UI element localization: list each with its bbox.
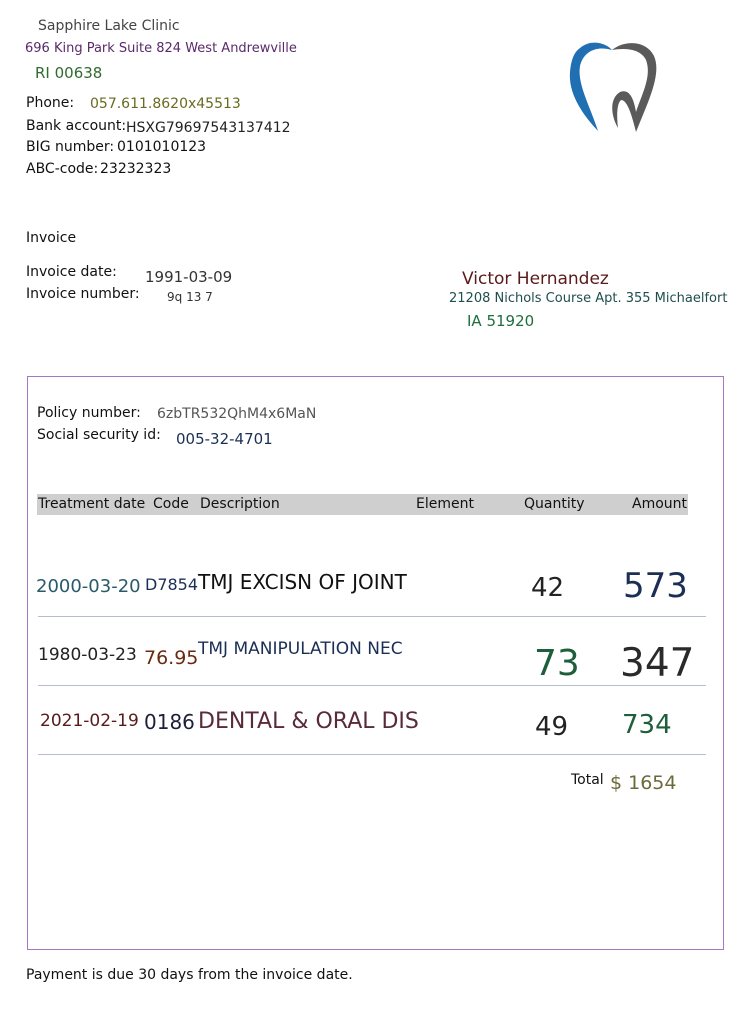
row-quantity: 42: [531, 573, 565, 603]
row-code: 0186: [144, 710, 195, 734]
row-description: TMJ EXCISN OF JOINT: [198, 570, 407, 594]
total-value: $ 1654: [610, 772, 677, 794]
abc-value: 23232323: [100, 161, 172, 177]
abc-label: ABC-code:: [26, 161, 99, 177]
row-date: 2000-03-20: [36, 576, 141, 597]
header-code: Code: [153, 496, 189, 512]
row-amount: 734: [622, 710, 672, 740]
bank-label: Bank account:: [26, 118, 127, 134]
recipient-address-line2: IA 51920: [467, 312, 535, 330]
policy-number-label: Policy number:: [37, 405, 141, 421]
header-treatment-date: Treatment date: [38, 496, 146, 512]
invoice-title: Invoice: [26, 230, 77, 246]
tooth-icon: [562, 36, 662, 136]
big-label: BIG number:: [26, 139, 115, 155]
row-code: 76.95: [144, 647, 199, 669]
invoice-date-value: 1991-03-09: [145, 268, 233, 286]
header-description: Description: [200, 496, 280, 512]
clinic-name: Sapphire Lake Clinic: [38, 18, 180, 34]
clinic-address-line2: RI 00638: [35, 64, 103, 82]
payment-note: Payment is due 30 days from the invoice …: [26, 967, 353, 983]
phone-label: Phone:: [26, 95, 75, 111]
row-description: TMJ MANIPULATION NEC: [198, 639, 403, 659]
policy-number-value: 6zbTR532QhM4x6MaN: [157, 406, 317, 422]
row-divider: [38, 685, 706, 686]
total-label: Total: [571, 772, 604, 788]
row-amount: 347: [620, 641, 695, 686]
row-quantity: 49: [535, 712, 569, 742]
invoice-date-label: Invoice date:: [26, 264, 117, 280]
recipient-name: Victor Hernandez: [462, 269, 609, 289]
header-amount: Amount: [632, 496, 688, 512]
row-date: 1980-03-23: [38, 645, 137, 665]
row-date: 2021-02-19: [40, 711, 139, 731]
row-description: DENTAL & ORAL DIS: [198, 709, 419, 734]
ssn-label: Social security id:: [37, 427, 161, 443]
phone-value: 057.611.8620x45513: [90, 96, 241, 112]
ssn-value: 005-32-4701: [176, 430, 273, 448]
header-element: Element: [416, 496, 474, 512]
row-divider: [38, 754, 706, 755]
bank-value: HSXG79697543137412: [126, 120, 291, 136]
header-quantity: Quantity: [524, 496, 585, 512]
invoice-number-label: Invoice number:: [26, 286, 140, 302]
row-quantity: 73: [534, 643, 580, 684]
row-code: D7854: [145, 575, 199, 594]
invoice-number-value: 9q 13 7: [167, 290, 213, 304]
recipient-address-line1: 21208 Nichols Course Apt. 355 Michaelfor…: [449, 291, 728, 306]
row-divider: [38, 616, 706, 617]
big-value: 0101010123: [117, 139, 207, 155]
clinic-address-line1: 696 King Park Suite 824 West Andrewville: [25, 41, 297, 56]
row-amount: 573: [623, 566, 688, 606]
